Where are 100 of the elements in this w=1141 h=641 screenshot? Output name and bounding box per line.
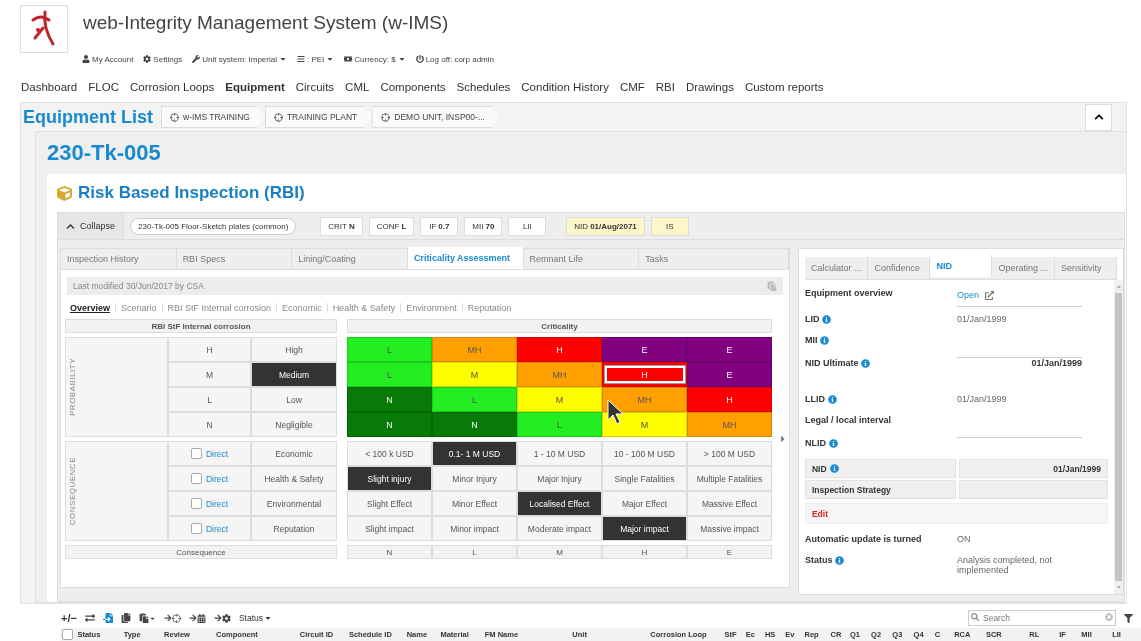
criticality-cell[interactable]: H [602,362,687,387]
consequence-option[interactable]: 10 - 100 M USD [602,441,687,466]
nav-link[interactable]: Schedules [456,81,511,93]
consequence-option[interactable]: Slight Effect [347,491,432,516]
consequence-option[interactable]: Single Fatalities [602,466,687,491]
criticality-cell[interactable]: E [687,362,772,387]
consequence-option[interactable]: Localised Effect [517,491,602,516]
criticality-cell[interactable]: E [602,337,687,362]
consequence-option[interactable]: Minor impact [432,516,517,541]
direct-link[interactable]: Direct [205,473,229,484]
component-chip[interactable]: 230-Tk-005 Floor-Sketch plates (common) [130,217,297,235]
tab[interactable]: Calculator ... [804,257,869,279]
nav-link[interactable]: Condition History [521,81,609,93]
account-menu-item[interactable]: My Account [82,54,134,64]
breadcrumb[interactable]: TRAINING PLANT [264,106,373,128]
criticality-cell[interactable]: N [432,412,517,437]
info-icon[interactable] [829,464,839,473]
sub-tab[interactable]: Scenario [115,303,162,313]
consequence-option[interactable]: > 100 M USD [687,441,772,466]
probability-option[interactable]: Low [251,387,337,412]
tab[interactable]: Criticality Assessment [407,247,524,269]
criticality-cell[interactable]: M [432,362,517,387]
checkbox[interactable] [190,523,202,534]
sub-tab[interactable]: Economic [276,303,327,313]
clear-icon[interactable] [1105,613,1113,621]
nav-link[interactable]: Components [380,81,446,93]
open-link[interactable]: Open [956,290,979,300]
consequence-option[interactable]: Multiple Fatalities [687,466,772,491]
tab[interactable]: RBI Specs [176,249,293,269]
criticality-cell[interactable]: L [432,387,517,412]
criticality-cell[interactable]: MH [517,362,602,387]
direct-link[interactable]: Direct [205,448,229,459]
tab[interactable]: Tasks [639,249,789,269]
tab[interactable]: Inspection History [61,249,177,269]
exchange-icon[interactable] [84,613,95,623]
info-icon[interactable] [820,335,830,345]
arrow-calendar-icon[interactable] [188,613,206,623]
account-menu-item[interactable]: Log off: corp admin [415,54,494,64]
nav-link[interactable]: FLOC [88,81,119,93]
account-menu-item[interactable]: Unit system: Imperial [192,54,287,64]
consequence-option[interactable]: Minor Injury [432,466,517,491]
tab[interactable]: Lining/Coating [292,249,408,269]
consequence-option[interactable]: 0.1- 1 M USD [432,441,517,466]
consequence-option[interactable]: Slight injury [347,466,432,491]
consequence-option[interactable]: Massive Effect [687,491,772,516]
criticality-cell[interactable]: N [347,387,432,412]
collapse-button[interactable] [1085,103,1112,131]
criticality-cell[interactable]: MH [687,412,772,437]
nav-link[interactable]: CMF [619,81,645,93]
edit-button[interactable]: Edit [804,503,1108,524]
direct-link[interactable]: Direct [205,523,229,534]
nav-link[interactable]: Circuits [295,81,335,93]
tab[interactable]: Remnant Life [523,249,640,269]
nav-link[interactable]: RBI [655,81,675,93]
tab[interactable]: Sensitivity [1055,257,1117,279]
scrollbar[interactable] [1114,280,1123,594]
criticality-cell[interactable]: MH [602,387,687,412]
info-icon[interactable] [861,358,871,368]
criticality-cell[interactable]: MH [432,337,517,362]
criticality-cell[interactable]: H [687,387,772,412]
consequence-option[interactable]: Major Injury [517,466,602,491]
paste-menu-icon[interactable] [138,613,156,623]
filter-icon[interactable] [1124,613,1133,623]
direct-link[interactable]: Direct [205,498,229,509]
account-menu-item[interactable]: Settings [143,54,183,64]
nav-link[interactable]: Equipment [225,81,285,93]
criticality-cell[interactable]: E [687,337,772,362]
info-icon[interactable] [827,394,837,404]
probability-option[interactable]: Negligible [251,412,337,437]
criticality-cell[interactable]: N [347,412,432,437]
probability-option[interactable]: High [251,337,337,362]
tab[interactable]: NID [930,255,993,277]
nav-link[interactable]: CML [345,81,370,93]
info-icon[interactable] [822,314,832,324]
file-icon[interactable] [102,613,113,623]
sub-tab[interactable]: Overview [65,303,116,313]
external-link-icon[interactable] [984,290,994,300]
nav-link[interactable]: Custom reports [744,81,824,93]
collapse-button[interactable]: Collapse [58,213,125,239]
checkbox[interactable] [190,498,202,509]
criticality-cell[interactable]: L [347,362,432,387]
breadcrumb[interactable]: DEMO UNIT, INSP00-... [372,106,500,128]
criticality-cell[interactable]: L [347,337,432,362]
checkbox[interactable] [190,473,202,484]
info-icon[interactable] [828,438,838,448]
criticality-cell[interactable]: L [517,412,602,437]
probability-option[interactable]: Medium [251,362,337,387]
consequence-option[interactable]: Major Effect [602,491,687,516]
consequence-option[interactable]: Slight impact [347,516,432,541]
copy-icon[interactable] [120,613,131,623]
consequence-option[interactable]: Moderate impact [517,516,602,541]
add-remove-button[interactable]: +/− [61,612,77,624]
sub-tab[interactable]: RBI StF Internal corrosion [161,303,277,313]
search-field[interactable]: Search [968,610,1116,626]
scroll-down-icon[interactable] [1115,584,1122,590]
sub-tab[interactable]: Health & Safety [326,303,401,313]
status-dropdown[interactable]: Status [238,613,272,623]
consequence-option[interactable]: < 100 k USD [347,441,432,466]
consequence-option[interactable]: 1 - 10 M USD [517,441,602,466]
nav-link[interactable]: Dashboard [21,81,78,93]
